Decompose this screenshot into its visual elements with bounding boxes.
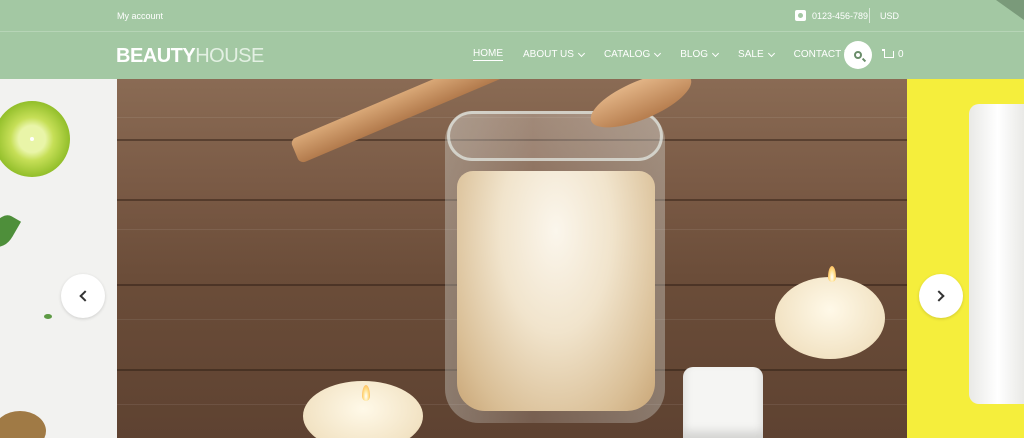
search-icon [854,51,862,59]
phone-icon [795,10,806,21]
candle-flame [362,385,370,401]
currency-selector[interactable]: USD [880,11,899,21]
leaf-image [0,210,22,252]
nav-label: BLOG [680,49,709,60]
lime-image [0,101,70,177]
top-bar: My account 0123-456-789 USD [0,0,1024,31]
divider [869,8,870,23]
cart-button[interactable]: 0 [882,49,904,60]
nav-item-home[interactable]: HOME [473,48,503,61]
my-account-link[interactable]: My account [117,11,163,21]
nav-label: CATALOG [603,49,651,60]
candle-right [775,277,885,359]
candle-flame [828,266,836,282]
phone-contact[interactable]: 0123-456-789 [795,10,868,21]
slider-prev-button[interactable] [61,274,105,318]
cart-icon [882,49,894,58]
chevron-down-icon [577,49,585,57]
nut-image [0,411,46,438]
chevron-down-icon [712,49,720,57]
corner-fold [996,0,1024,20]
phone-number: 0123-456-789 [812,10,869,21]
main-header: BEAUTYHOUSE HOME ABOUT US CATALOG BLOG S… [0,31,1024,79]
slide-preview-right [907,79,1024,438]
logo-beauty: BEAUTY [116,45,196,67]
search-button[interactable] [844,41,872,69]
main-nav: HOME ABOUT US CATALOG BLOG SALE CONTACT … [473,48,878,61]
site-logo[interactable]: BEAUTYHOUSE [116,45,264,68]
slide-main-image [117,79,907,438]
chevron-right-icon [933,290,945,302]
nav-label: HOME [473,48,503,61]
nav-item-sale[interactable]: SALE [738,48,775,61]
leaf-image [44,314,52,319]
chevron-left-icon [79,290,91,302]
nav-item-catalog[interactable]: CATALOG [603,48,662,61]
cream-tube-image [969,104,1024,404]
logo-house: HOUSE [195,45,264,67]
nav-label: SALE [738,49,764,60]
slider-next-button[interactable] [919,274,963,318]
chevron-down-icon [654,49,662,57]
nav-label: ABOUT US [523,49,574,60]
chevron-down-icon [767,49,775,57]
ceramic-dish [683,367,763,438]
slide-preview-left [0,79,117,438]
scrub-contents [457,171,655,411]
nav-item-blog[interactable]: BLOG [680,48,720,61]
cart-count: 0 [898,49,904,60]
nav-item-about-us[interactable]: ABOUT US [523,48,585,61]
